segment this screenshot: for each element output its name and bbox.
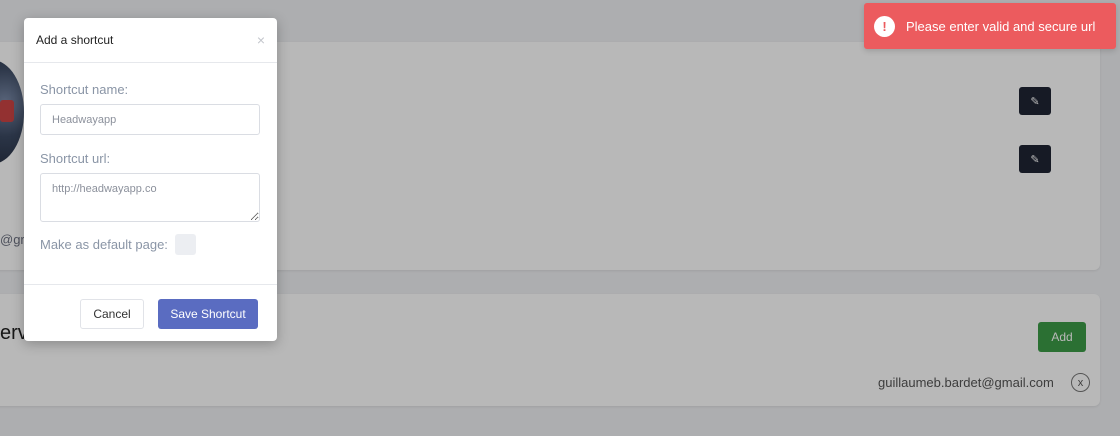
toast-message: Please enter valid and secure url xyxy=(906,18,1096,34)
shortcut-url-label: Shortcut url: xyxy=(40,151,111,166)
shortcut-url-input[interactable] xyxy=(40,173,260,222)
modal-footer: Cancel Save Shortcut xyxy=(24,284,277,341)
default-page-label: Make as default page: xyxy=(40,237,168,252)
add-shortcut-modal: Add a shortcut × Shortcut name: Shortcut… xyxy=(24,18,277,341)
alert-icon: ! xyxy=(874,15,895,37)
error-toast[interactable]: ! Please enter valid and secure url xyxy=(864,3,1116,49)
shortcut-name-input[interactable] xyxy=(40,104,260,135)
shortcut-name-label: Shortcut name: xyxy=(40,82,129,97)
default-page-checkbox[interactable] xyxy=(174,234,196,255)
modal-body: Shortcut name: Shortcut url: Make as def… xyxy=(24,82,277,255)
close-icon[interactable]: × xyxy=(257,32,265,48)
save-shortcut-button[interactable]: Save Shortcut xyxy=(158,299,258,329)
modal-header: Add a shortcut × xyxy=(24,18,277,63)
modal-title: Add a shortcut xyxy=(36,33,114,47)
default-page-row: Make as default page: xyxy=(40,234,261,255)
cancel-button[interactable]: Cancel xyxy=(80,299,144,329)
